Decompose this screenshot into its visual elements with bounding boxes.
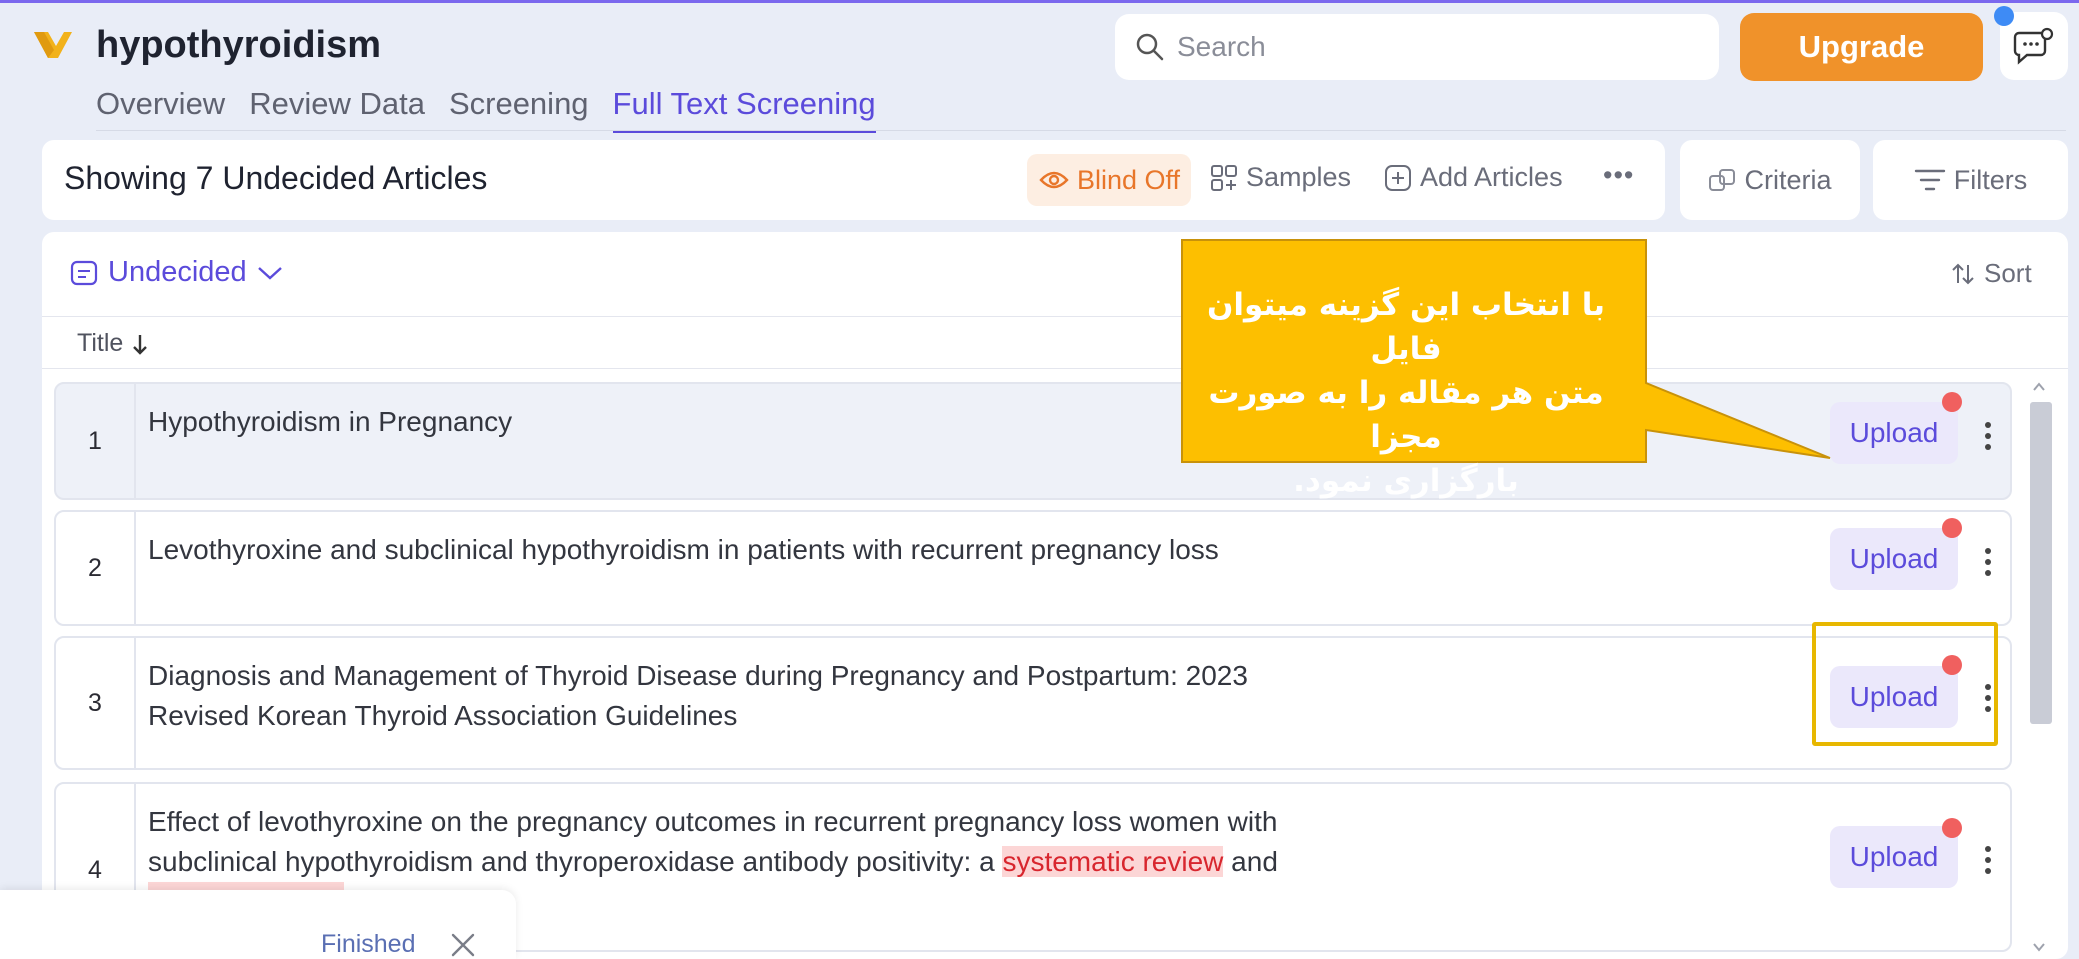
criteria-label: Criteria — [1744, 164, 1832, 195]
status-filter-label: Undecided — [108, 256, 247, 288]
chevron-down-icon — [257, 266, 282, 280]
sort-button[interactable]: Sort — [1950, 258, 2032, 289]
blind-toggle-button[interactable]: Blind Off — [1027, 154, 1191, 206]
criteria-button[interactable]: Criteria — [1680, 140, 1860, 220]
article-title-line: Diagnosis and Management of Thyroid Dise… — [148, 660, 1248, 691]
criteria-icon — [1709, 169, 1736, 191]
upload-toast — [0, 890, 516, 959]
close-icon[interactable] — [448, 930, 478, 959]
filters-button[interactable]: Filters — [1873, 140, 2068, 220]
more-options-button[interactable]: ••• — [1603, 160, 1634, 191]
row-menu-icon[interactable] — [1981, 548, 1995, 576]
required-dot — [1942, 392, 1962, 412]
search-icon — [1136, 33, 1164, 61]
row-number: 1 — [56, 384, 136, 498]
article-title: Diagnosis and Management of Thyroid Dise… — [148, 656, 1408, 736]
title-text: and — [1223, 846, 1278, 877]
table-row[interactable]: 3 Diagnosis and Management of Thyroid Di… — [54, 636, 2012, 770]
article-title-line: Revised Korean Thyroid Association Guide… — [148, 700, 738, 731]
highlighted-keyword: systematic review — [1002, 846, 1224, 877]
showing-count-text: Showing 7 Undecided Articles — [64, 160, 488, 196]
title-column-label: Title — [77, 329, 124, 357]
eye-icon — [1039, 171, 1069, 189]
add-articles-button[interactable]: Add Articles — [1384, 162, 1563, 193]
annotation-highlight-box — [1812, 622, 1998, 746]
article-title-line: Effect of levothyroxine on the pregnancy… — [148, 806, 1278, 837]
title-column-header[interactable]: Title — [77, 329, 149, 358]
add-icon — [1385, 164, 1411, 191]
scrollbar-thumb[interactable] — [2030, 402, 2052, 724]
upload-button[interactable]: Upload — [1830, 826, 1958, 888]
annotation-line: بارگزاری نمود. — [1293, 463, 1519, 499]
status-filter-dropdown[interactable]: Undecided — [70, 256, 283, 289]
tab-bar: Overview Review Data Screening Full Text… — [96, 86, 876, 133]
upload-button[interactable]: Upload — [1830, 528, 1958, 590]
annotation-line: با انتخاب این گزینه میتوان فایل — [1206, 287, 1606, 367]
scroll-down-icon[interactable] — [2032, 942, 2046, 952]
upload-button[interactable]: Upload — [1830, 402, 1958, 464]
search-input[interactable] — [1177, 31, 1697, 63]
required-dot — [1942, 818, 1962, 838]
annotation-line: متن هر مقاله را به صورت مجزا — [1208, 375, 1604, 455]
article-title-line: subclinical hypothyroidism and thyropero… — [148, 842, 1408, 882]
upgrade-button[interactable]: Upgrade — [1740, 13, 1983, 81]
search-bar[interactable] — [1115, 14, 1719, 80]
article-title: Levothyroxine and subclinical hypothyroi… — [148, 534, 1219, 565]
row-menu-icon[interactable] — [1981, 422, 1995, 450]
tab-overview[interactable]: Overview — [96, 86, 225, 133]
project-title: hypothyroidism — [96, 24, 382, 66]
samples-button[interactable]: Samples — [1210, 162, 1351, 193]
app-logo-icon — [34, 32, 72, 58]
tab-divider — [96, 130, 2066, 131]
add-articles-label: Add Articles — [1420, 162, 1563, 192]
samples-icon — [1211, 164, 1237, 191]
toast-status: Finished — [321, 930, 416, 958]
arrow-down-icon — [133, 334, 148, 355]
chat-feedback-icon — [2013, 27, 2054, 65]
samples-label: Samples — [1246, 162, 1352, 192]
tab-review-data[interactable]: Review Data — [249, 86, 425, 133]
tab-full-text-screening[interactable]: Full Text Screening — [612, 86, 876, 133]
sort-icon — [1952, 263, 1974, 284]
row-menu-icon[interactable] — [1981, 846, 1995, 874]
sort-label: Sort — [1984, 258, 2032, 288]
filter-icon — [1914, 169, 1945, 191]
blind-label: Blind Off — [1077, 164, 1181, 195]
row-number: 2 — [56, 512, 136, 624]
required-dot — [1942, 518, 1962, 538]
table-row[interactable]: 2 Levothyroxine and subclinical hypothyr… — [54, 510, 2012, 626]
filters-label: Filters — [1953, 164, 2028, 195]
tab-screening[interactable]: Screening — [449, 86, 589, 133]
scroll-up-icon[interactable] — [2032, 382, 2046, 392]
top-accent-line — [0, 0, 2079, 3]
title-text: subclinical hypothyroidism and thyropero… — [148, 846, 1003, 877]
row-number: 3 — [56, 638, 136, 768]
annotation-text: با انتخاب این گزینه میتوان فایل متن هر م… — [1186, 283, 1626, 503]
undecided-icon — [70, 260, 98, 285]
notification-dot — [1994, 6, 2014, 26]
